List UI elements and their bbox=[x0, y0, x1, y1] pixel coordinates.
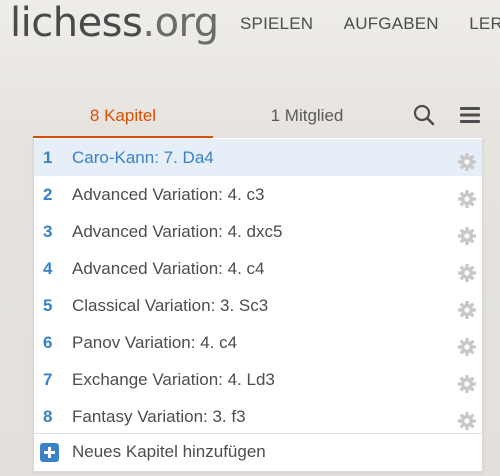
chapter-number: 8 bbox=[43, 407, 53, 426]
tab-members[interactable]: 1 Mitglied bbox=[213, 100, 401, 138]
chapter-item[interactable]: 2 Advanced Variation: 4. c3 bbox=[34, 176, 482, 213]
chapter-name: Panov Variation: 4. c4 bbox=[72, 333, 238, 352]
chapter-number: 5 bbox=[43, 296, 53, 315]
nav-play[interactable]: SPIELEN bbox=[240, 14, 313, 34]
gear-icon[interactable] bbox=[457, 333, 477, 356]
chapter-item[interactable]: 3 Advanced Variation: 4. dxc5 bbox=[34, 213, 482, 250]
chapter-number: 3 bbox=[43, 222, 53, 241]
add-chapter-button[interactable]: Neues Kapitel hinzufügen bbox=[34, 433, 482, 471]
gear-icon[interactable] bbox=[457, 407, 477, 430]
chapter-item[interactable]: 7 Exchange Variation: 4. Ld3 bbox=[34, 361, 482, 398]
chapter-item[interactable]: 1 Caro-Kann: 7. Da4 bbox=[34, 139, 482, 176]
gear-icon[interactable] bbox=[457, 370, 477, 393]
search-icon[interactable] bbox=[411, 102, 437, 128]
nav-puzzles[interactable]: AUFGABEN bbox=[344, 14, 439, 34]
chapter-number: 1 bbox=[43, 148, 53, 167]
main-nav: SPIELEN AUFGABEN LERN bbox=[240, 14, 500, 34]
add-chapter-label: Neues Kapitel hinzufügen bbox=[72, 442, 266, 461]
chapter-number: 6 bbox=[43, 333, 53, 352]
plus-icon bbox=[40, 443, 59, 462]
chapter-item[interactable]: 4 Advanced Variation: 4. c4 bbox=[34, 250, 482, 287]
site-logo[interactable]: lichess.org bbox=[10, 0, 219, 46]
chapter-number: 2 bbox=[43, 185, 53, 204]
tab-chapters[interactable]: 8 Kapitel bbox=[33, 100, 213, 138]
gear-icon[interactable] bbox=[457, 185, 477, 208]
chapter-number: 7 bbox=[43, 370, 53, 389]
top-bar: lichess.org SPIELEN AUFGABEN LERN bbox=[0, 0, 500, 60]
chapter-item[interactable]: 6 Panov Variation: 4. c4 bbox=[34, 324, 482, 361]
gear-icon[interactable] bbox=[457, 259, 477, 282]
chapter-list: 1 Caro-Kann: 7. Da4 2 Advanced Variation: 4… bbox=[33, 138, 483, 472]
chapter-name: Classical Variation: 3. Sc3 bbox=[72, 296, 269, 315]
logo-tld: .org bbox=[142, 0, 219, 46]
chapter-name: Fantasy Variation: 3. f3 bbox=[72, 407, 246, 426]
gear-icon[interactable] bbox=[457, 222, 477, 245]
chapter-name: Advanced Variation: 4. dxc5 bbox=[72, 222, 283, 241]
logo-name: lichess bbox=[10, 0, 143, 46]
chapter-name: Exchange Variation: 4. Ld3 bbox=[72, 370, 275, 389]
chapter-name: Advanced Variation: 4. c3 bbox=[72, 185, 265, 204]
study-tabs: 8 Kapitel 1 Mitglied bbox=[33, 100, 483, 138]
chapter-name: Caro-Kann: 7. Da4 bbox=[72, 148, 214, 167]
nav-learn[interactable]: LERN bbox=[469, 14, 500, 34]
chapter-item[interactable]: 5 Classical Variation: 3. Sc3 bbox=[34, 287, 482, 324]
chapter-item[interactable]: 8 Fantasy Variation: 3. f3 bbox=[34, 398, 482, 435]
hamburger-menu-icon[interactable] bbox=[457, 102, 483, 128]
chapter-number: 4 bbox=[43, 259, 53, 278]
chapter-name: Advanced Variation: 4. c4 bbox=[72, 259, 265, 278]
gear-icon[interactable] bbox=[457, 296, 477, 319]
gear-icon[interactable] bbox=[457, 148, 477, 171]
